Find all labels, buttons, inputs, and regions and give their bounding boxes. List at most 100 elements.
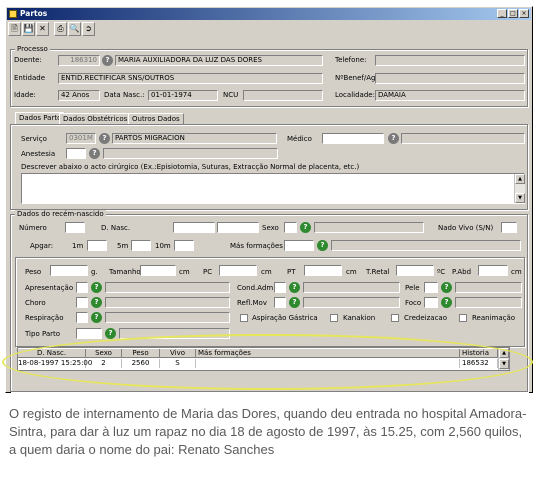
scroll-up-icon[interactable]: ▲	[515, 174, 525, 184]
tretal-label: T.Retal	[366, 268, 390, 276]
cond-adm-field[interactable]	[274, 282, 286, 293]
pc-field[interactable]	[219, 265, 257, 276]
entidade-label: Entidade	[14, 74, 46, 82]
nbenef-field[interactable]	[375, 73, 525, 84]
table-scrollbar[interactable]: ▲ ▼	[498, 348, 509, 370]
cell-vivo: S	[160, 359, 196, 368]
kanakion-checkbox[interactable]	[330, 314, 338, 322]
apgar-10m-field[interactable]	[174, 240, 194, 251]
tab-outros-dados[interactable]: Outros Dados	[128, 113, 184, 124]
rn-dnasc-time-field[interactable]	[217, 222, 259, 233]
table-scroll-up-icon[interactable]: ▲	[499, 348, 509, 358]
nado-vivo-field[interactable]	[501, 222, 517, 233]
apgar-10m-label: 10m	[155, 242, 171, 250]
medico-code-field[interactable]	[322, 133, 384, 144]
sexo-desc-field	[314, 222, 424, 233]
tretal-field[interactable]	[396, 265, 434, 276]
table-scroll-down-icon[interactable]: ▼	[499, 359, 509, 369]
acto-cirurgico-textarea[interactable]	[21, 173, 525, 204]
ncu-field[interactable]	[243, 90, 323, 101]
doente-lookup-icon[interactable]: ?	[102, 55, 113, 66]
choro-field[interactable]	[76, 297, 88, 308]
apresentacao-label: Apresentação	[25, 284, 74, 292]
medico-name-field	[401, 133, 525, 144]
minimize-button[interactable]: _	[497, 9, 507, 18]
preview-icon[interactable]: 🔍	[68, 22, 81, 36]
apresentacao-help-icon[interactable]: ?	[91, 282, 102, 293]
choro-help-icon[interactable]: ?	[91, 297, 102, 308]
tab-dados-obstetricos[interactable]: Dados Obstétricos	[59, 113, 132, 124]
photo-caption: O registo de internamento de Maria das D…	[9, 406, 527, 457]
recem-nascidos-table[interactable]: D. Nasc. Sexo Peso Vivo Más formações Hi…	[17, 347, 510, 371]
tipo-parto-help-icon[interactable]: ?	[105, 328, 116, 339]
malformacoes-label: Más formações	[230, 242, 283, 250]
doente-name-field: MARIA AUXILIADORA DA LUZ DAS DORES	[115, 55, 323, 66]
col-malformacoes[interactable]: Más formações	[196, 349, 460, 358]
save-icon[interactable]: 💾	[22, 22, 35, 36]
respiracao-help-icon[interactable]: ?	[91, 312, 102, 323]
col-vivo[interactable]: Vivo	[160, 349, 196, 358]
pabd-field[interactable]	[478, 265, 508, 276]
choro-label: Choro	[25, 299, 46, 307]
tipo-parto-field[interactable]	[76, 328, 102, 339]
aspiracao-label: Aspiração Gástrica	[252, 314, 318, 322]
col-dnasc[interactable]: D. Nasc.	[18, 349, 86, 358]
anestesia-lookup-icon[interactable]: ?	[89, 148, 100, 159]
credeizacao-checkbox[interactable]	[391, 314, 399, 322]
col-historia[interactable]: Historia	[460, 349, 498, 358]
col-peso[interactable]: Peso	[122, 349, 160, 358]
textarea-scrollbar[interactable]: ▲ ▼	[514, 174, 525, 203]
doente-id-field[interactable]: 186310	[58, 55, 100, 66]
anestesia-code-field[interactable]	[66, 148, 86, 159]
telefone-field[interactable]	[375, 55, 525, 66]
servico-lookup-icon[interactable]: ?	[99, 133, 110, 144]
malformacoes-desc-field	[331, 240, 521, 251]
malformacoes-field[interactable]	[284, 240, 314, 251]
sexo-field[interactable]	[284, 222, 297, 233]
apgar-1m-field[interactable]	[87, 240, 107, 251]
foco-label: Foco	[405, 299, 422, 307]
maximize-button[interactable]: □	[508, 9, 518, 18]
reanimacao-checkbox[interactable]	[459, 314, 467, 322]
print-icon[interactable]: ⎙	[54, 22, 67, 36]
refl-mov-help-icon[interactable]: ?	[289, 297, 300, 308]
respiracao-field[interactable]	[76, 312, 88, 323]
refl-mov-field[interactable]	[274, 297, 286, 308]
rn-dnasc-date-field[interactable]	[173, 222, 215, 233]
pele-help-icon[interactable]: ?	[441, 282, 452, 293]
aspiracao-checkbox[interactable]	[240, 314, 248, 322]
apgar-5m-field[interactable]	[131, 240, 151, 251]
foco-help-icon[interactable]: ?	[441, 297, 452, 308]
numero-field[interactable]	[65, 222, 85, 233]
anestesia-label: Anestesia	[21, 150, 56, 158]
col-sexo[interactable]: Sexo	[86, 349, 122, 358]
peso-field[interactable]	[50, 265, 88, 276]
pt-field[interactable]	[304, 265, 342, 276]
pele-label: Pele	[405, 284, 420, 292]
exit-icon[interactable]: ➲	[82, 22, 95, 36]
foco-field[interactable]	[424, 297, 438, 308]
localidade-field: DAMAIA	[375, 90, 525, 101]
cond-adm-label: Cond.Adm.	[237, 284, 276, 292]
pele-field[interactable]	[424, 282, 438, 293]
medico-lookup-icon[interactable]: ?	[388, 133, 399, 144]
new-icon[interactable]: 🗎	[8, 22, 21, 36]
numero-label: Número	[19, 224, 47, 232]
tamanho-field[interactable]	[140, 265, 176, 276]
malformacoes-help-icon[interactable]: ?	[317, 240, 328, 251]
apresentacao-field[interactable]	[76, 282, 88, 293]
cell-peso: 2560	[122, 359, 160, 368]
title-bar[interactable]: Partos _ □ ×	[7, 8, 531, 20]
pt-label: PT	[287, 268, 296, 276]
processo-legend: Processo	[15, 45, 50, 53]
scroll-down-icon[interactable]: ▼	[515, 193, 525, 203]
entidade-field: ENTID.RECTIFICAR SNS/OUTROS	[58, 73, 323, 84]
servico-code-field[interactable]: 0301M	[66, 133, 96, 144]
pc-unit: cm	[261, 268, 272, 276]
close-icon[interactable]: ✕	[36, 22, 49, 36]
close-window-button[interactable]: ×	[519, 9, 529, 18]
medico-label: Médico	[287, 135, 312, 143]
sexo-help-icon[interactable]: ?	[300, 222, 311, 233]
localidade-label: Localidade:	[335, 91, 375, 99]
cond-adm-help-icon[interactable]: ?	[289, 282, 300, 293]
